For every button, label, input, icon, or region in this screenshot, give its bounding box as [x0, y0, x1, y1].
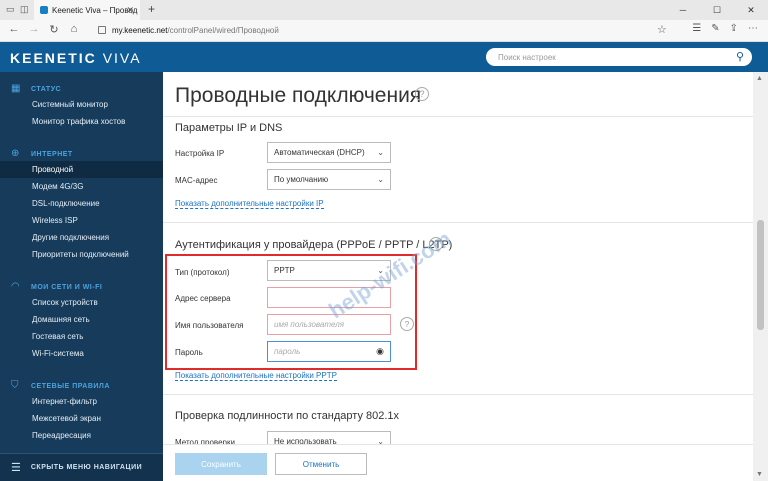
- mac-value: По умолчанию: [274, 175, 329, 184]
- scroll-up-icon[interactable]: ▲: [756, 75, 763, 82]
- tab-list-icon[interactable]: ◫: [20, 4, 32, 16]
- sidebar: ▦ СТАТУС Системный монитор Монитор трафик…: [0, 72, 163, 481]
- sidebar-item-wireless-isp[interactable]: Wireless ISP: [0, 212, 163, 229]
- more-icon[interactable]: ⋯: [748, 23, 758, 34]
- favorite-star-icon[interactable]: ☆: [657, 23, 667, 36]
- ip-dns-title: Параметры IP и DNS: [175, 122, 283, 134]
- site-info-icon[interactable]: [98, 26, 106, 34]
- sidebar-item-other-connections[interactable]: Другие подключения: [0, 229, 163, 246]
- divider: [163, 116, 753, 117]
- scrollbar-thumb[interactable]: [757, 220, 764, 330]
- sidebar-item-guest-network[interactable]: Гостевая сеть: [0, 328, 163, 345]
- browser-tabbar: ▭ ◫ Keenetic Viva – Провод ✕ + ─ ☐ ✕: [0, 0, 768, 20]
- settings-search-input[interactable]: Поиск настроек ⚲: [486, 48, 752, 66]
- section-title: МОИ СЕТИ И WI-FI: [31, 283, 103, 291]
- collapse-nav-button[interactable]: ☰ СКРЫТЬ МЕНЮ НАВИГАЦИИ: [0, 453, 163, 481]
- tab-title: Keenetic Viva – Провод: [52, 5, 138, 15]
- mac-select[interactable]: По умолчанию ⌄: [267, 169, 391, 190]
- back-icon[interactable]: ←: [6, 23, 22, 35]
- cancel-button[interactable]: Отменить: [275, 453, 367, 475]
- form-footer: Сохранить Отменить: [163, 444, 753, 481]
- forward-icon[interactable]: →: [26, 23, 42, 35]
- globe-icon: ⊕: [11, 148, 20, 159]
- tab-actions-icon[interactable]: ▭: [6, 4, 18, 16]
- hamburger-icon: ☰: [11, 462, 21, 474]
- notes-icon[interactable]: ✎: [711, 23, 719, 34]
- chevron-down-icon: ⌄: [377, 148, 384, 157]
- wifi-icon: ◠: [11, 281, 20, 292]
- sidebar-item-internet-filter[interactable]: Интернет-фильтр: [0, 393, 163, 410]
- ip-setting-value: Автоматическая (DHCP): [274, 148, 365, 157]
- sidebar-section-networks: ◠ МОИ СЕТИ И WI-FI Список устройств Домаш…: [0, 280, 163, 362]
- maximize-icon[interactable]: ☐: [700, 0, 734, 20]
- dot1x-title: Проверка подлинности по стандарту 802.1x: [175, 410, 400, 422]
- sidebar-item-wired[interactable]: Проводной: [0, 161, 163, 178]
- logo-model: VIVA: [102, 50, 142, 66]
- favorites-hub-icon[interactable]: ☰: [692, 23, 701, 34]
- refresh-icon[interactable]: ↻: [46, 23, 62, 36]
- sidebar-item-wifi-system[interactable]: Wi-Fi-система: [0, 345, 163, 362]
- address-bar: ← → ↻ ⌂ my.keenetic.net/controlPanel/wir…: [0, 20, 768, 42]
- show-pptp-settings-link[interactable]: Показать дополнительные настройки PPTP: [175, 371, 337, 381]
- shield-icon: ⛉: [11, 380, 19, 391]
- sidebar-item-firewall[interactable]: Межсетевой экран: [0, 410, 163, 427]
- sidebar-item-priorities[interactable]: Приоритеты подключений: [0, 246, 163, 263]
- logo-brand: KEENETIC: [10, 50, 97, 66]
- show-ip-settings-link[interactable]: Показать дополнительные настройки IP: [175, 199, 324, 209]
- divider: [163, 394, 753, 395]
- search-placeholder: Поиск настроек: [498, 52, 556, 62]
- section-title: СТАТУС: [31, 85, 62, 93]
- sidebar-section-status: ▦ СТАТУС Системный монитор Монитор трафик…: [0, 82, 163, 130]
- scrollbar[interactable]: ▲ ▼: [753, 72, 768, 481]
- share-icon[interactable]: ⇪: [730, 23, 738, 34]
- scroll-down-icon[interactable]: ▼: [756, 471, 763, 478]
- tab-close-icon[interactable]: ✕: [126, 5, 134, 16]
- sidebar-item-home-network[interactable]: Домашняя сеть: [0, 311, 163, 328]
- help-icon[interactable]: ?: [415, 87, 429, 101]
- sidebar-item-dsl[interactable]: DSL-подключение: [0, 195, 163, 212]
- home-icon[interactable]: ⌂: [66, 23, 82, 35]
- collapse-nav-label: СКРЫТЬ МЕНЮ НАВИГАЦИИ: [30, 464, 143, 471]
- sidebar-item-forwarding[interactable]: Переадресация: [0, 427, 163, 444]
- sidebar-item-system-monitor[interactable]: Системный монитор: [0, 96, 163, 113]
- page-title: Проводные подключения: [175, 84, 422, 107]
- section-title: ИНТЕРНЕТ: [31, 150, 73, 158]
- main-content: Проводные подключения ? Параметры IP и D…: [163, 72, 753, 481]
- minimize-icon[interactable]: ─: [666, 0, 700, 20]
- mac-label: MAC-адрес: [175, 176, 218, 185]
- sidebar-section-internet: ⊕ ИНТЕРНЕТ Проводной Модем 4G/3G DSL-подк…: [0, 147, 163, 263]
- browser-tab[interactable]: Keenetic Viva – Провод ✕: [34, 0, 140, 20]
- app-header: KEENETIC VIVA Поиск настроек ⚲: [0, 42, 768, 72]
- sidebar-item-traffic-monitor[interactable]: Монитор трафика хостов: [0, 113, 163, 130]
- divider: [163, 222, 753, 223]
- keenetic-favicon-icon: [40, 6, 48, 14]
- chevron-down-icon: ⌄: [377, 175, 384, 184]
- url-field[interactable]: my.keenetic.net/controlPanel/wired/Прово…: [96, 23, 668, 38]
- url-path: /controlPanel/wired/Проводной: [167, 26, 279, 35]
- ip-setting-select[interactable]: Автоматическая (DHCP) ⌄: [267, 142, 391, 163]
- section-title: СЕТЕВЫЕ ПРАВИЛА: [31, 382, 110, 390]
- dashboard-icon: ▦: [11, 83, 21, 94]
- url-domain: my.keenetic.net: [112, 26, 168, 35]
- ip-setting-label: Настройка IP: [175, 149, 225, 158]
- keenetic-logo[interactable]: KEENETIC VIVA: [10, 50, 142, 66]
- sidebar-item-modem[interactable]: Модем 4G/3G: [0, 178, 163, 195]
- close-window-icon[interactable]: ✕: [734, 0, 768, 20]
- new-tab-icon[interactable]: +: [148, 2, 155, 16]
- sidebar-section-rules: ⛉ СЕТЕВЫЕ ПРАВИЛА Интернет-фильтр Межсете…: [0, 379, 163, 444]
- search-icon[interactable]: ⚲: [736, 50, 744, 63]
- sidebar-item-device-list[interactable]: Список устройств: [0, 294, 163, 311]
- save-button[interactable]: Сохранить: [175, 453, 267, 475]
